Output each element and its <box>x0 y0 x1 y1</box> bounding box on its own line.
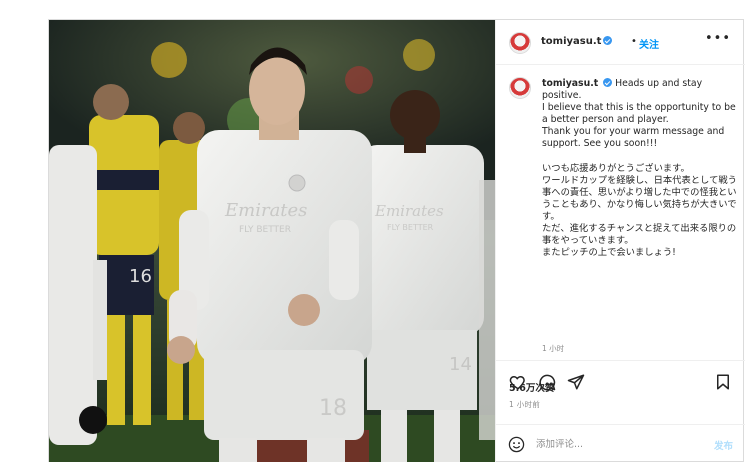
football-players-photo: 16 Emirates FLY BETTER 14 Emirates FLY B… <box>49 20 495 462</box>
share-icon[interactable] <box>567 373 585 391</box>
more-options-icon[interactable]: ••• <box>705 32 731 46</box>
username-link[interactable]: tomiyasu.t <box>541 36 613 47</box>
verified-badge-icon <box>603 78 613 87</box>
comment-bar: 发布 <box>496 424 745 462</box>
post-comment-button[interactable]: 发布 <box>714 438 733 452</box>
white-player-right: Emirates FLY BETTER 14 <box>359 90 484 462</box>
post-header: tomiyasu.t • 关注 ••• <box>496 20 745 65</box>
likes-count[interactable]: 5.6万次赞 <box>509 380 554 394</box>
caption-area: tomiyasu.t Heads up and stay positive. I… <box>496 65 745 361</box>
avatar[interactable] <box>509 77 531 99</box>
verified-badge-icon <box>603 36 613 45</box>
svg-text:16: 16 <box>129 266 152 287</box>
caption-line-1: tomiyasu.t Heads up and stay positive. <box>542 78 738 102</box>
caption-text-jp-1: いつも応援ありがとうございます。 <box>542 162 690 174</box>
caption-text-en-3: Thank you for your warm message and supp… <box>542 126 725 150</box>
username-text[interactable]: tomiyasu.t <box>541 36 601 47</box>
svg-text:Emirates: Emirates <box>224 200 307 221</box>
post-photo[interactable]: 16 Emirates FLY BETTER 14 Emirates FLY B… <box>49 20 495 462</box>
comment-input[interactable] <box>536 436 686 453</box>
svg-text:18: 18 <box>319 396 347 421</box>
instagram-post: 16 Emirates FLY BETTER 14 Emirates FLY B… <box>48 19 745 462</box>
follow-button[interactable]: 关注 <box>639 36 659 51</box>
separator-dot: • <box>631 36 637 47</box>
caption-timestamp: 1 小时 <box>542 344 565 353</box>
caption-text-jp-2: ワールドカップを経験し、日本代表として戦う事への責任、思いがより増した中での怪我… <box>542 174 737 222</box>
caption-text-jp-4: またピッチの上で会いましょう! <box>542 247 676 259</box>
caption-username[interactable]: tomiyasu.t <box>542 78 598 89</box>
bookmark-icon[interactable] <box>714 373 732 391</box>
svg-text:14: 14 <box>449 354 472 375</box>
emoji-icon[interactable] <box>508 436 525 453</box>
post-side-panel: tomiyasu.t • 关注 ••• tomiyasu.t Heads up … <box>495 20 745 462</box>
post-caption: tomiyasu.t Heads up and stay positive. I… <box>542 78 738 259</box>
avatar[interactable] <box>509 32 531 54</box>
caption-text-jp-3: ただ、進化するチャンスと捉えて出来る限りの事をやっていきます。 <box>542 223 737 247</box>
svg-text:Emirates: Emirates <box>374 202 444 220</box>
post-timestamp: 1 小时前 <box>509 400 541 409</box>
svg-text:FLY BETTER: FLY BETTER <box>239 225 291 235</box>
svg-text:FLY BETTER: FLY BETTER <box>387 223 434 232</box>
caption-text-en-2: I believe that this is the opportunity t… <box>542 102 736 126</box>
